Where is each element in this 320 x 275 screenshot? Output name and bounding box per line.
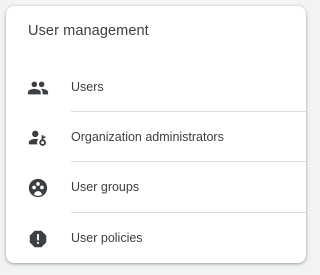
menu-item-user-groups[interactable]: User groups [6, 162, 306, 212]
admin-user-icon [27, 127, 49, 149]
user-groups-icon [27, 177, 49, 199]
card-title: User management [28, 23, 149, 39]
menu-item-organization-administrators[interactable]: Organization administrators [6, 112, 306, 162]
menu-item-label: Organization administrators [71, 130, 224, 144]
menu-item-label: User policies [71, 231, 143, 245]
users-icon [27, 77, 49, 99]
user-management-card: User management Users Organization admin… [6, 6, 306, 263]
menu-item-users[interactable]: Users [6, 62, 306, 112]
menu-item-label: Users [71, 80, 104, 94]
policy-alert-icon [27, 228, 49, 250]
menu-item-label: User groups [71, 180, 140, 194]
menu-item-user-policies[interactable]: User policies [6, 213, 306, 263]
